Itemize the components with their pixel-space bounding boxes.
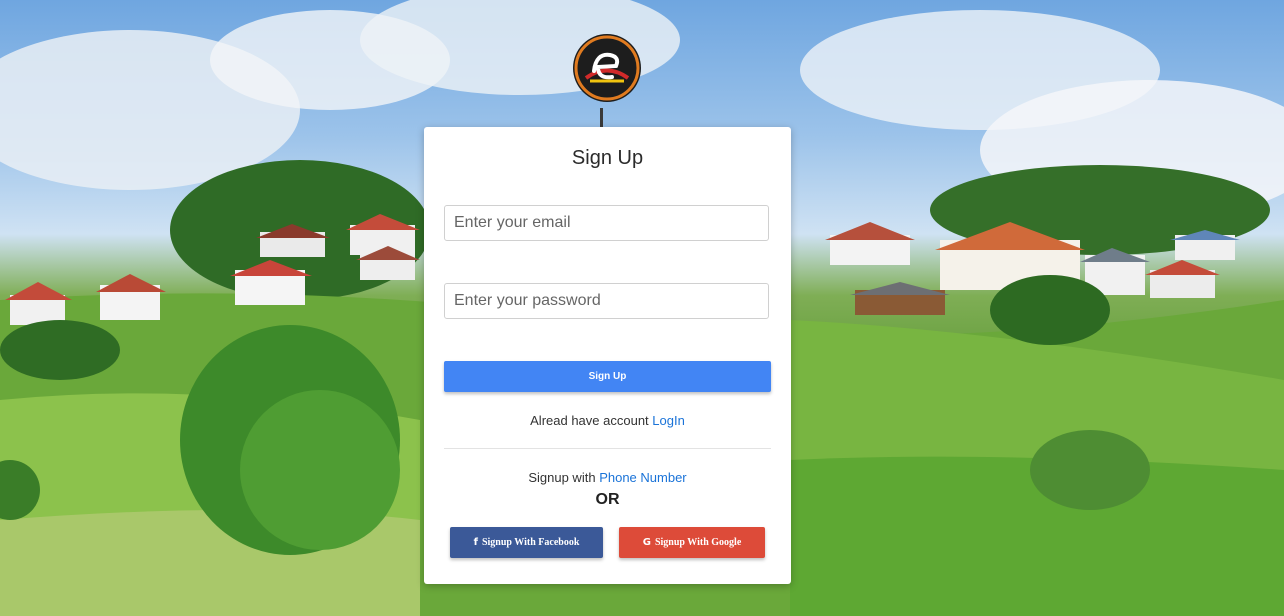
login-prompt-text: Alread have account bbox=[530, 413, 649, 428]
google-icon: G bbox=[642, 537, 651, 548]
signup-card: Sign Up Sign Up Alread have account LogI… bbox=[424, 127, 791, 584]
password-input[interactable] bbox=[444, 283, 769, 319]
facebook-icon: f bbox=[473, 537, 478, 548]
facebook-signup-button[interactable]: f Signup With Facebook bbox=[450, 527, 603, 558]
phone-signup-line: Signup with Phone Number bbox=[424, 470, 791, 485]
or-separator: OR bbox=[595, 491, 620, 508]
phone-number-link[interactable]: Phone Number bbox=[599, 470, 686, 485]
email-input[interactable] bbox=[444, 205, 769, 241]
facebook-signup-label: Signup With Facebook bbox=[481, 537, 580, 548]
google-signup-label: Signup With Google bbox=[654, 537, 742, 548]
page-title: Sign Up bbox=[571, 147, 644, 169]
login-prompt: Alread have account LogIn bbox=[424, 413, 791, 428]
login-link[interactable]: LogIn bbox=[652, 413, 685, 428]
brand-logo bbox=[573, 34, 641, 102]
signup-button[interactable]: Sign Up bbox=[444, 361, 771, 392]
divider bbox=[444, 448, 771, 449]
phone-signup-text: Signup with bbox=[528, 470, 596, 485]
google-signup-button[interactable]: G Signup With Google bbox=[619, 527, 765, 558]
logo-stand bbox=[600, 108, 603, 128]
